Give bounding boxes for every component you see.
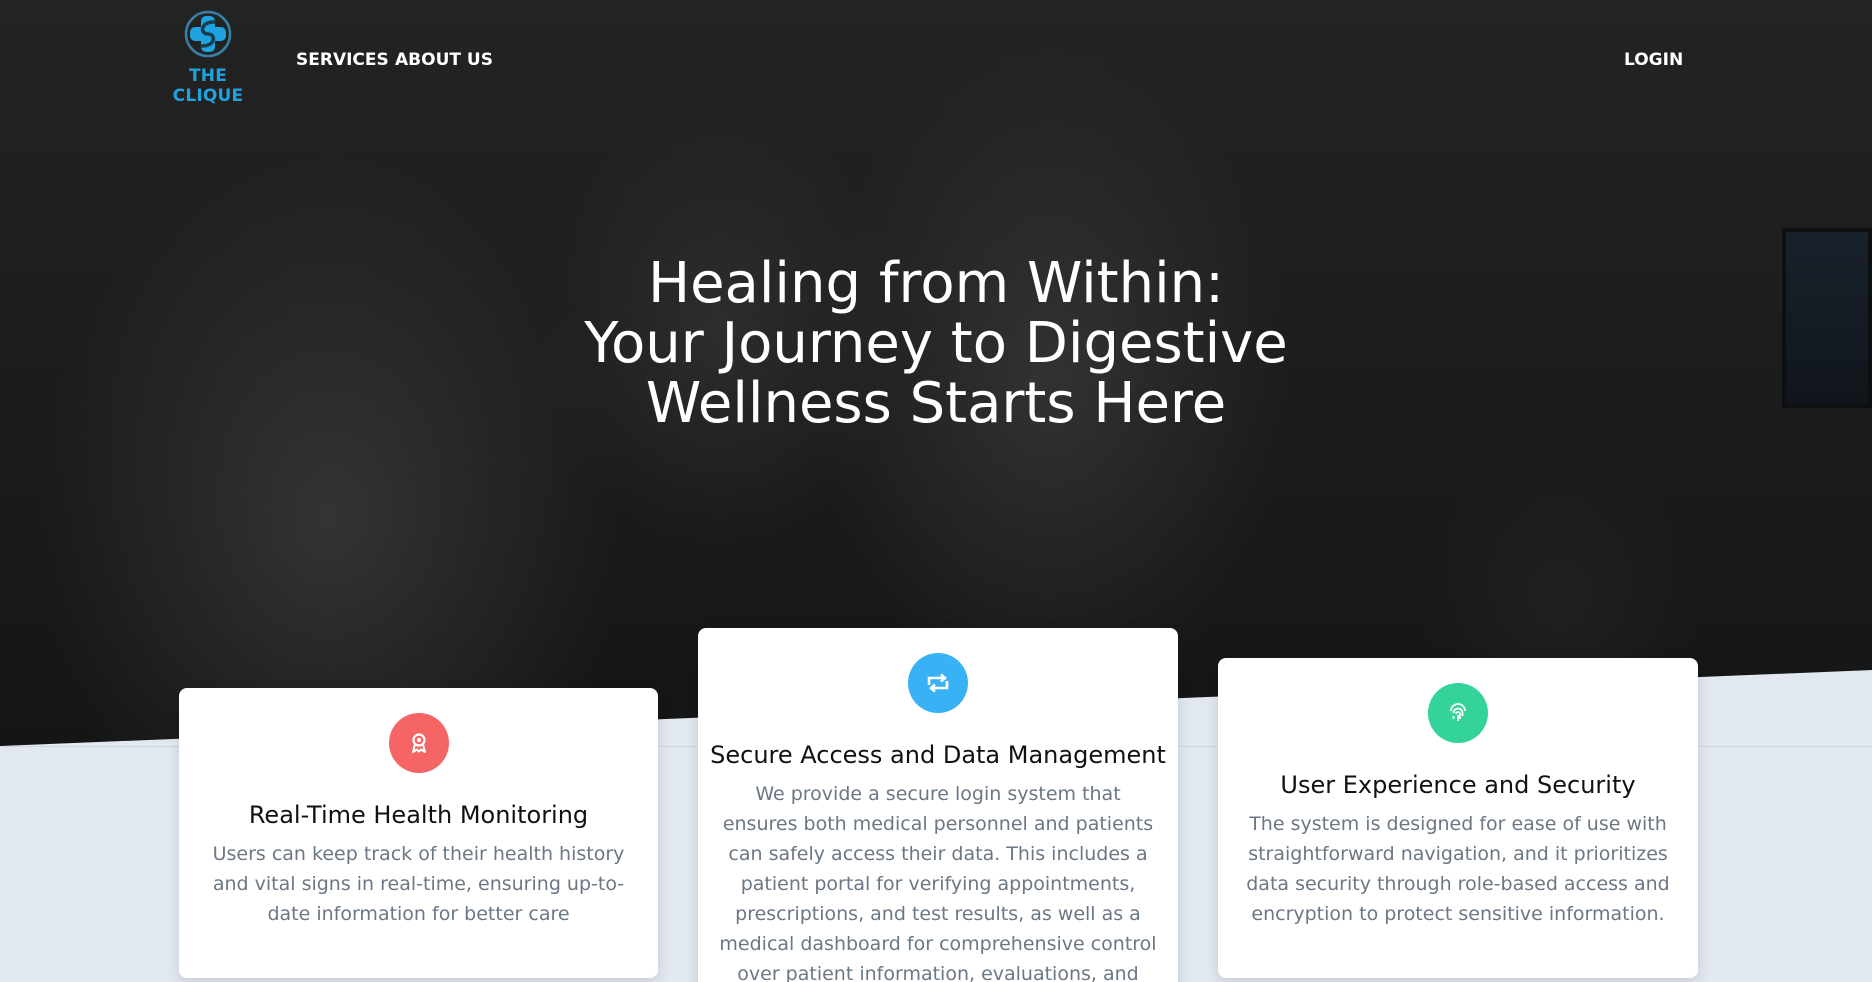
card-title: Secure Access and Data Management	[710, 741, 1166, 769]
retweet-icon	[908, 653, 968, 713]
brand-logo[interactable]: THE CLIQUE	[156, 8, 260, 106]
feature-card-user-experience: User Experience and Security The system …	[1218, 658, 1698, 978]
card-title: Real-Time Health Monitoring	[248, 801, 589, 829]
feature-card-monitoring: Real-Time Health Monitoring Users can ke…	[179, 688, 658, 978]
card-description: The system is designed for ease of use w…	[1246, 813, 1670, 925]
feature-card-secure-access: Secure Access and Data Management We pro…	[698, 628, 1178, 982]
hero-title-line-2: Your Journey to Digestive	[584, 311, 1288, 376]
card-title: User Experience and Security	[1280, 771, 1636, 799]
card-description: Users can keep track of their health his…	[212, 843, 625, 925]
award-icon	[388, 713, 449, 773]
nav-about-link[interactable]: ABOUT US	[395, 50, 493, 70]
logo-text: THE CLIQUE	[172, 66, 244, 106]
hero-title: Healing from Within: Your Journey to Dig…	[536, 254, 1336, 434]
hero-title-line-3: Wellness Starts Here	[645, 371, 1227, 436]
logo-icon	[182, 8, 234, 60]
hero-title-line-1: Healing from Within:	[647, 251, 1225, 316]
login-link[interactable]: LOGIN	[1624, 50, 1683, 70]
nav-services-link[interactable]: SERVICES	[296, 50, 389, 70]
card-description: We provide a secure login system that en…	[719, 783, 1157, 982]
fingerprint-icon	[1428, 683, 1488, 743]
